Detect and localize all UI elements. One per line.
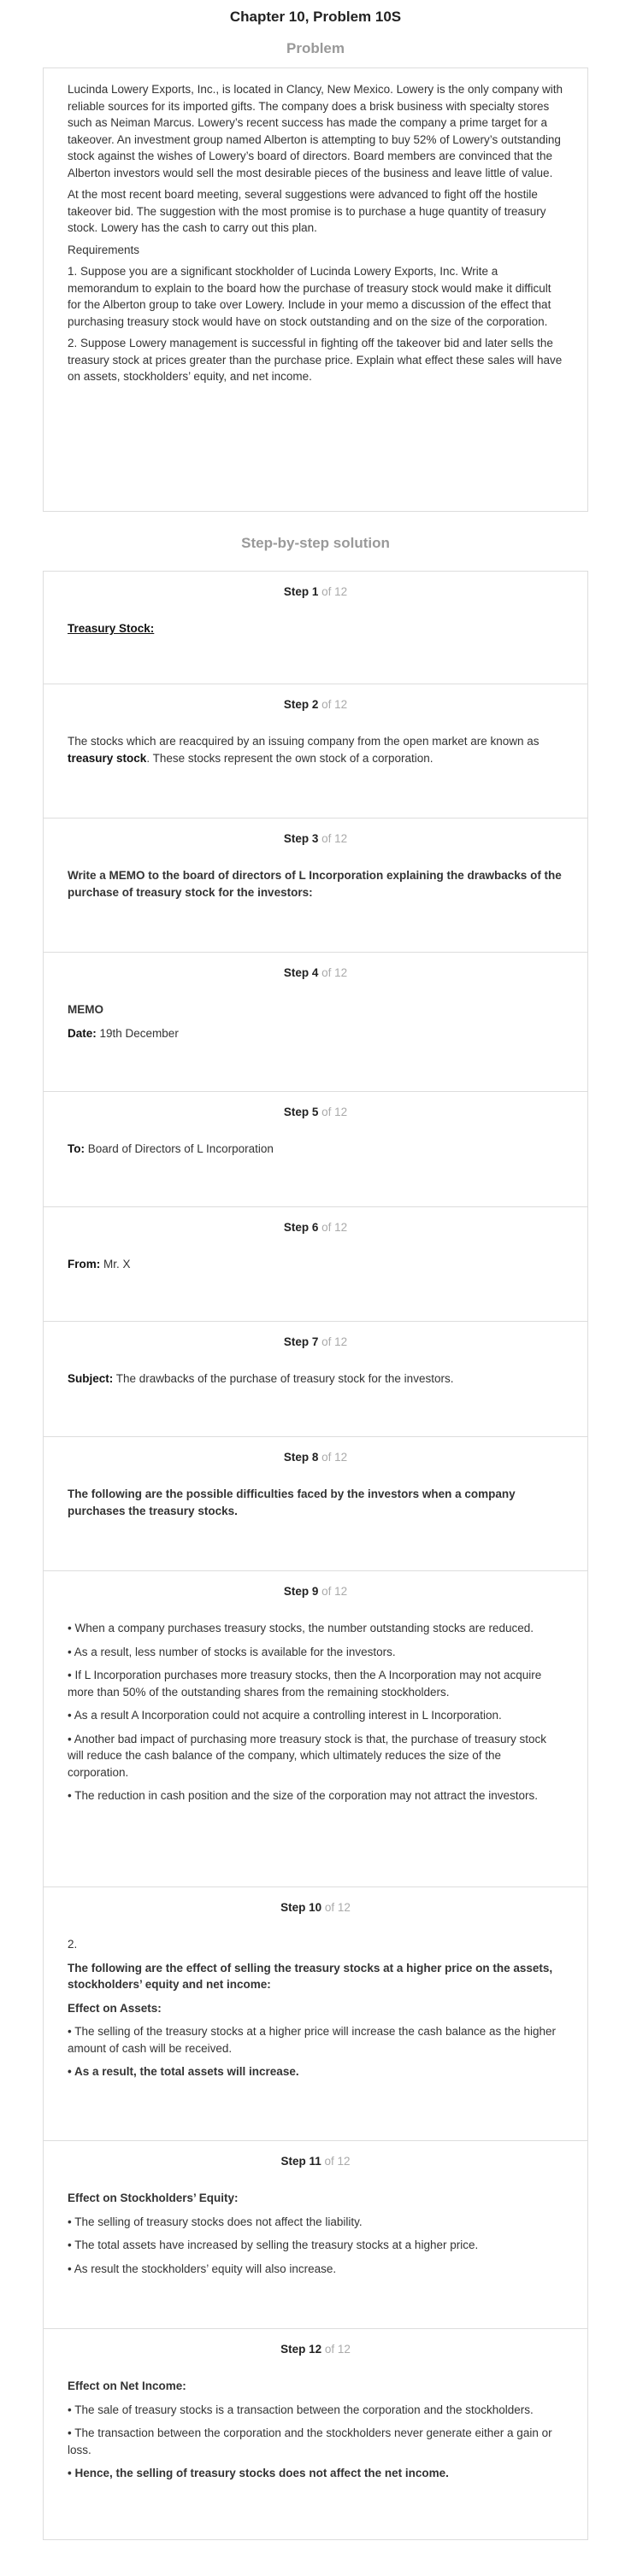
step-header: Step 11 of 12 — [68, 2155, 563, 2168]
step-word: Step — [283, 1335, 310, 1348]
problem-heading: Problem — [286, 40, 345, 56]
step-word: Step — [283, 832, 310, 845]
step-total: of 12 — [324, 2343, 351, 2356]
step-header: Step 8 of 12 — [68, 1451, 563, 1464]
difficulties-intro: The following are the possible difficult… — [68, 1488, 516, 1517]
step-6: Step 6 of 12 From: Mr. X — [43, 1206, 588, 1321]
step-total: of 12 — [321, 966, 348, 979]
bullet-item: • The sale of treasury stocks is a trans… — [68, 2403, 534, 2416]
assets-subheading: Effect on Assets: — [68, 2001, 162, 2015]
step-word: Step — [283, 585, 310, 598]
step-10: Step 10 of 12 2. The following are the e… — [43, 1887, 588, 2140]
page-title: Chapter 10, Problem 10S — [229, 9, 402, 25]
treasury-stock-heading: Treasury Stock: — [68, 622, 155, 635]
step-7: Step 7 of 12 Subject: The drawbacks of t… — [43, 1321, 588, 1436]
step-number: 2 — [311, 698, 319, 711]
step-word: Step — [280, 2343, 306, 2356]
equity-subheading: Effect on Stockholders’ Equity: — [68, 2192, 239, 2204]
step-word: Step — [283, 1451, 310, 1464]
step-header: Step 5 of 12 — [68, 1106, 563, 1118]
step-5: Step 5 of 12 To: Board of Directors of L… — [43, 1091, 588, 1206]
net-income-conclusion: • Hence, the selling of treasury stocks … — [68, 2467, 449, 2479]
step-12: Step 12 of 12 Effect on Net Income: • Th… — [43, 2328, 588, 2540]
step-total: of 12 — [321, 698, 348, 711]
step-number: 4 — [311, 966, 319, 979]
step-11: Step 11 of 12 Effect on Stockholders’ Eq… — [43, 2140, 588, 2328]
step-word: Step — [283, 1585, 310, 1598]
step-header: Step 10 of 12 — [68, 1901, 563, 1914]
step-word: Step — [280, 2155, 306, 2168]
problem-paragraph: Lucinda Lowery Exports, Inc., is located… — [68, 83, 563, 179]
effects-heading: The following are the effect of selling … — [68, 1961, 553, 1992]
bullet-item: • The transaction between the corporatio… — [68, 2426, 552, 2456]
bullet-item: • When a company purchases treasury stoc… — [68, 1622, 534, 1634]
step-9: Step 9 of 12 • When a company purchases … — [43, 1570, 588, 1887]
problem-card: Lucinda Lowery Exports, Inc., is located… — [43, 67, 588, 512]
step-total: of 12 — [324, 1901, 351, 1914]
step-total: of 12 — [321, 832, 348, 845]
step-word: Step — [283, 1106, 310, 1118]
step-total: of 12 — [324, 2155, 351, 2168]
step-header: Step 2 of 12 — [68, 698, 563, 711]
requirement-1: 1. Suppose you are a significant stockho… — [68, 265, 551, 328]
requirement-2: 2. Suppose Lowery management is successf… — [68, 337, 563, 383]
bullet-item: • As result the stockholders’ equity wil… — [68, 2262, 337, 2275]
step-total: of 12 — [321, 1585, 348, 1598]
requirement-number: 2. — [68, 1938, 78, 1951]
bullet-item: • The reduction in cash position and the… — [68, 1789, 539, 1802]
step-number: 10 — [309, 1901, 322, 1914]
bullet-item: • As a result, less number of stocks is … — [68, 1645, 396, 1658]
memo-date: Date: 19th December — [68, 1026, 179, 1040]
bullet-item: • The selling of the treasury stocks at … — [68, 2025, 557, 2055]
step-number: 8 — [311, 1451, 319, 1464]
step-number: 7 — [311, 1335, 319, 1348]
step-number: 12 — [309, 2343, 322, 2356]
step-total: of 12 — [321, 1221, 348, 1234]
bullet-item: • If L Incorporation purchases more trea… — [68, 1669, 542, 1699]
bullet-item: • Another bad impact of purchasing more … — [68, 1732, 546, 1779]
solution-heading: Step-by-step solution — [241, 535, 390, 551]
step-header: Step 9 of 12 — [68, 1585, 563, 1598]
memo-from: From: Mr. X — [68, 1258, 131, 1270]
assets-conclusion: • As a result, the total assets will inc… — [68, 2065, 299, 2078]
step-word: Step — [280, 1901, 306, 1914]
bullet-item: • The selling of treasury stocks does no… — [68, 2215, 363, 2228]
step-total: of 12 — [321, 585, 348, 598]
step-word: Step — [283, 966, 310, 979]
memo-subject: Subject: The drawbacks of the purchase o… — [68, 1372, 454, 1385]
net-income-subheading: Effect on Net Income: — [68, 2379, 186, 2392]
step-8: Step 8 of 12 The following are the possi… — [43, 1436, 588, 1570]
step-number: 1 — [311, 585, 319, 598]
memo-to: To: Board of Directors of L Incorporatio… — [68, 1142, 274, 1155]
step-header: Step 6 of 12 — [68, 1221, 563, 1234]
step-2: Step 2 of 12 The stocks which are reacqu… — [43, 684, 588, 818]
step-header: Step 4 of 12 — [68, 966, 563, 979]
step-header: Step 3 of 12 — [68, 832, 563, 845]
step-word: Step — [283, 698, 310, 711]
step-number: 9 — [311, 1585, 319, 1598]
bullet-item: • As a result A Incorporation could not … — [68, 1709, 502, 1722]
steps-list: Step 1 of 12 Treasury Stock: Step 2 of 1… — [0, 571, 631, 2540]
step-number: 11 — [309, 2155, 321, 2168]
problem-paragraph: At the most recent board meeting, severa… — [68, 188, 546, 234]
step-number: 3 — [311, 832, 319, 845]
step-1: Step 1 of 12 Treasury Stock: — [43, 571, 588, 684]
memo-title: MEMO — [68, 1003, 103, 1016]
requirements-label: Requirements — [68, 243, 140, 256]
step-header: Step 12 of 12 — [68, 2343, 563, 2356]
step-total: of 12 — [321, 1106, 348, 1118]
step-word: Step — [283, 1221, 310, 1234]
step-number: 5 — [311, 1106, 319, 1118]
step-number: 6 — [311, 1221, 319, 1234]
memo-instruction: Write a MEMO to the board of directors o… — [68, 869, 562, 899]
definition-text: The stocks which are reacquired by an is… — [68, 735, 540, 765]
step-total: of 12 — [321, 1451, 348, 1464]
step-header: Step 7 of 12 — [68, 1335, 563, 1348]
step-3: Step 3 of 12 Write a MEMO to the board o… — [43, 818, 588, 952]
bullet-item: • The total assets have increased by sel… — [68, 2239, 479, 2251]
step-4: Step 4 of 12 MEMO Date: 19th December — [43, 952, 588, 1091]
step-total: of 12 — [321, 1335, 348, 1348]
step-header: Step 1 of 12 — [68, 585, 563, 598]
